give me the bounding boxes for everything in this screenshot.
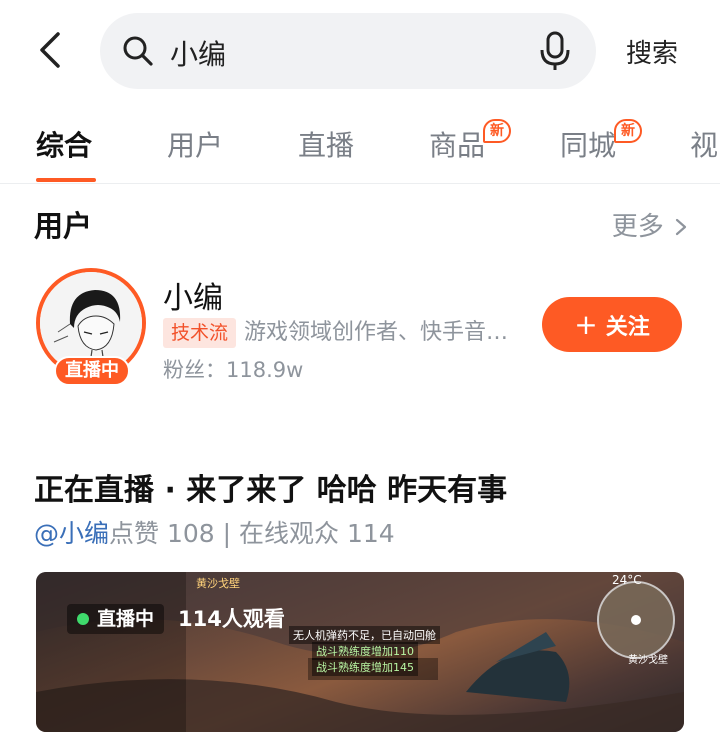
user-tag: 技术流 — [163, 318, 237, 348]
user-description: 游戏领域创作者、快手音… — [244, 320, 509, 345]
live-dot-icon — [77, 613, 89, 625]
hud-temperature: 24°C — [612, 573, 642, 587]
search-box[interactable]: 小编 — [100, 13, 596, 89]
tab-nearby[interactable]: 同城 新 — [560, 119, 643, 164]
more-label: 更多 — [611, 212, 664, 242]
live-indicator: 直播中 — [67, 604, 165, 634]
tab-products[interactable]: 商品 新 — [429, 119, 512, 164]
top-bar: 小编 搜索 — [0, 0, 720, 104]
chevron-right-icon — [675, 218, 687, 236]
new-badge: 新 — [483, 119, 512, 143]
search-input[interactable]: 小编 — [170, 33, 226, 73]
new-badge: 新 — [614, 119, 643, 143]
user-fans-count: 粉丝：118.9w — [163, 358, 304, 382]
tab-live[interactable]: 直播 — [298, 124, 354, 164]
user-name[interactable]: 小编 — [163, 273, 223, 317]
search-icon — [123, 36, 153, 66]
live-meta: @小编点赞 108 | 在线观众 114 — [34, 514, 395, 550]
follow-label: 关注 — [605, 315, 650, 340]
section-title-users: 用户 — [34, 209, 93, 243]
microphone-icon[interactable] — [538, 31, 572, 71]
plus-icon: + — [574, 308, 598, 341]
live-video-preview[interactable]: 黄沙戈壁 无人机弹药不足，已自动回舱 战斗熟练度增加110 战斗熟练度增加145 — [36, 572, 684, 732]
author-link[interactable]: @小编 — [34, 519, 109, 548]
result-tabs: 综合 用户 直播 商品 新 同城 新 视 — [0, 104, 720, 184]
live-indicator-label: 直播中 — [97, 608, 155, 630]
tab-products-label: 商品 — [429, 129, 486, 162]
back-arrow-icon[interactable] — [34, 30, 68, 70]
tab-all[interactable]: 综合 — [36, 124, 92, 164]
viewer-count: 114人观看 — [178, 607, 285, 631]
active-tab-indicator — [36, 178, 96, 182]
hud-message: 战斗熟练度增加145 — [312, 658, 418, 676]
tab-video[interactable]: 视 — [690, 124, 718, 164]
search-button[interactable]: 搜索 — [626, 33, 678, 70]
live-status-badge: 直播中 — [54, 356, 130, 386]
more-link[interactable]: 更多 — [612, 206, 688, 243]
live-stats: 点赞 108 | 在线观众 114 — [109, 519, 395, 548]
hud-location: 黄沙戈壁 — [196, 577, 240, 590]
tab-nearby-label: 同城 — [560, 129, 617, 162]
hud-map-label: 黄沙戈壁 — [628, 655, 668, 666]
follow-button[interactable]: + 关注 — [542, 297, 682, 352]
live-title[interactable]: 正在直播 · 来了来了 哈哈 昨天有事 — [34, 465, 507, 509]
tab-users[interactable]: 用户 — [167, 124, 223, 164]
